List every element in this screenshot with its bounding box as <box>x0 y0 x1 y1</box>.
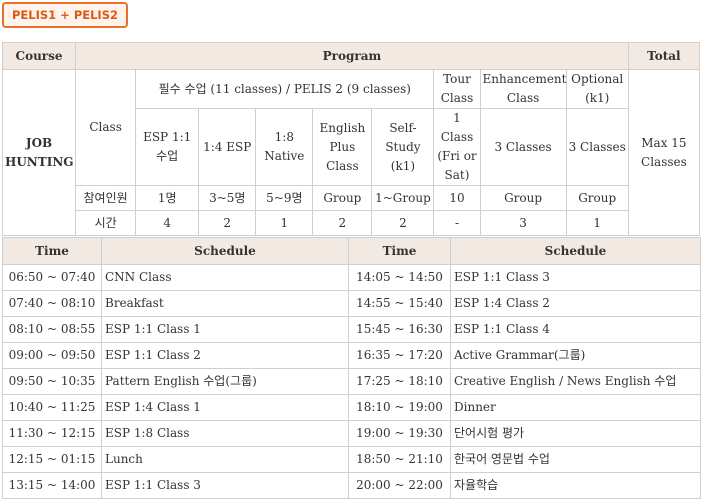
course-name: JOB HUNTING <box>1 69 77 236</box>
schedule-time: 06:50 ~ 07:40 <box>2 264 102 291</box>
schedule-time: 20:00 ~ 22:00 <box>348 472 451 499</box>
schedule-table: Time Schedule Time Schedule 06:50 ~ 07:4… <box>2 237 701 499</box>
schedule-time: 13:15 ~ 14:00 <box>2 472 102 499</box>
tour-class-label: Tour Class <box>433 69 481 109</box>
hours-value: 4 <box>135 210 200 236</box>
schedule-time: 09:50 ~ 10:35 <box>2 368 102 395</box>
enhancement-class-label: Enhancement Class <box>479 69 567 109</box>
required-group-label: 필수 수업 (11 classes) / PELIS 2 (9 classes) <box>135 69 435 109</box>
schedule-activity: ESP 1:8 Class <box>101 420 349 447</box>
schedule-time: 18:50 ~ 21:10 <box>348 446 451 473</box>
sub-class-enhancement: 3 Classes <box>479 108 567 186</box>
schedule-row: 12:15 ~ 01:15 Lunch 18:50 ~ 21:10 한국어 영문법 수… <box>2 446 701 473</box>
total-classes: Max 15 Classes <box>627 69 701 236</box>
participants-value: 1~Group <box>371 185 435 211</box>
participants-value: 10 <box>433 185 481 211</box>
hours-value: 3 <box>479 210 567 236</box>
hours-value: - <box>433 210 481 236</box>
schedule-time: 16:35 ~ 17:20 <box>348 342 451 369</box>
participants-value: Group <box>312 185 373 211</box>
schedule-activity: ESP 1:1 Class 4 <box>450 316 701 343</box>
schedule-time: 14:05 ~ 14:50 <box>348 264 451 291</box>
schedule-activity: Creative English / News English 수업 <box>450 368 701 395</box>
hours-value: 2 <box>198 210 257 236</box>
schedule-time: 19:00 ~ 19:30 <box>348 420 451 447</box>
program-header: Program <box>75 42 629 70</box>
schedule-time: 09:00 ~ 09:50 <box>2 342 102 369</box>
hours-value: 2 <box>312 210 373 236</box>
schedule-time: 10:40 ~ 11:25 <box>2 394 102 421</box>
sub-class-esp-1-4: 1:4 ESP <box>198 108 257 186</box>
participants-value: 3~5명 <box>198 185 257 211</box>
schedule-activity: CNN Class <box>101 264 349 291</box>
schedule-row: 06:50 ~ 07:40 CNN Class 14:05 ~ 14:50 ESP 1… <box>2 264 701 291</box>
schedule-activity: Pattern English 수업(그룹) <box>101 368 349 395</box>
course-header: Course <box>1 42 77 70</box>
schedule-row: 13:15 ~ 14:00 ESP 1:1 Class 3 20:00 ~ 22:0… <box>2 472 701 499</box>
hours-value: 2 <box>371 210 435 236</box>
schedule-body: 06:50 ~ 07:40 CNN Class 14:05 ~ 14:50 ESP 1… <box>2 264 701 499</box>
schedule-row: 08:10 ~ 08:55 ESP 1:1 Class 1 15:45 ~ 16:3… <box>2 316 701 343</box>
schedule-time: 17:25 ~ 18:10 <box>348 368 451 395</box>
schedule-activity: Dinner <box>450 394 701 421</box>
participants-label: 참여인원 <box>75 185 137 211</box>
schedule-row: 07:40 ~ 08:10 Breakfast 14:55 ~ 15:40 ESP 1… <box>2 290 701 317</box>
schedule-activity: 단어시험 평가 <box>450 420 701 447</box>
participants-value: Group <box>565 185 629 211</box>
schedule-time: 08:10 ~ 08:55 <box>2 316 102 343</box>
class-label: Class <box>75 69 137 186</box>
schedule-activity: Active Grammar(그룹) <box>450 342 701 369</box>
total-header: Total <box>627 42 701 70</box>
schedule-header: Schedule <box>450 237 701 265</box>
time-header: Time <box>2 237 102 265</box>
sub-class-self-study: Self-Study (k1) <box>371 108 435 186</box>
schedule-time: 18:10 ~ 19:00 <box>348 394 451 421</box>
schedule-activity: ESP 1:1 Class 3 <box>101 472 349 499</box>
schedule-activity: ESP 1:1 Class 3 <box>450 264 701 291</box>
participants-value: 5~9명 <box>255 185 314 211</box>
schedule-row: 10:40 ~ 11:25 ESP 1:4 Class 1 18:10 ~ 19:0… <box>2 394 701 421</box>
schedule-activity: 한국어 영문법 수업 <box>450 446 701 473</box>
time-header: Time <box>348 237 451 265</box>
sub-class-esp-1-1: ESP 1:1수업 <box>135 108 200 186</box>
schedule-activity: Breakfast <box>101 290 349 317</box>
hours-label: 시간 <box>75 210 137 236</box>
schedule-activity: ESP 1:4 Class 2 <box>450 290 701 317</box>
schedule-activity: Lunch <box>101 446 349 473</box>
sub-class-tour: 1 Class (Fri or Sat) <box>433 108 481 186</box>
optional-class-label: Optional (k1) <box>565 69 629 109</box>
schedule-row: 09:00 ~ 09:50 ESP 1:1 Class 2 16:35 ~ 17:2… <box>2 342 701 369</box>
schedule-time: 07:40 ~ 08:10 <box>2 290 102 317</box>
schedule-activity: ESP 1:4 Class 1 <box>101 394 349 421</box>
schedule-time: 12:15 ~ 01:15 <box>2 446 102 473</box>
schedule-activity: ESP 1:1 Class 1 <box>101 316 349 343</box>
schedule-row: 11:30 ~ 12:15 ESP 1:8 Class 19:00 ~ 19:30 단… <box>2 420 701 447</box>
schedule-time: 15:45 ~ 16:30 <box>348 316 451 343</box>
schedule-header: Schedule <box>101 237 349 265</box>
hours-value: 1 <box>565 210 629 236</box>
schedule-activity: ESP 1:1 Class 2 <box>101 342 349 369</box>
participants-value: Group <box>479 185 567 211</box>
sub-class-optional: 3 Classes <box>565 108 629 186</box>
hours-value: 1 <box>255 210 314 236</box>
schedule-time: 11:30 ~ 12:15 <box>2 420 102 447</box>
schedule-row: 09:50 ~ 10:35 Pattern English 수업(그룹) 17:25… <box>2 368 701 395</box>
sub-class-english-plus: English Plus Class <box>312 108 373 186</box>
schedule-time: 14:55 ~ 15:40 <box>348 290 451 317</box>
sub-class-native-1-8: 1:8 Native <box>255 108 314 186</box>
participants-value: 1명 <box>135 185 200 211</box>
schedule-activity: 자율학습 <box>450 472 701 499</box>
program-table: Course Program Total JOB HUNTING Class 필… <box>1 42 701 236</box>
program-badge[interactable]: PELIS1 + PELIS2 <box>2 2 128 28</box>
